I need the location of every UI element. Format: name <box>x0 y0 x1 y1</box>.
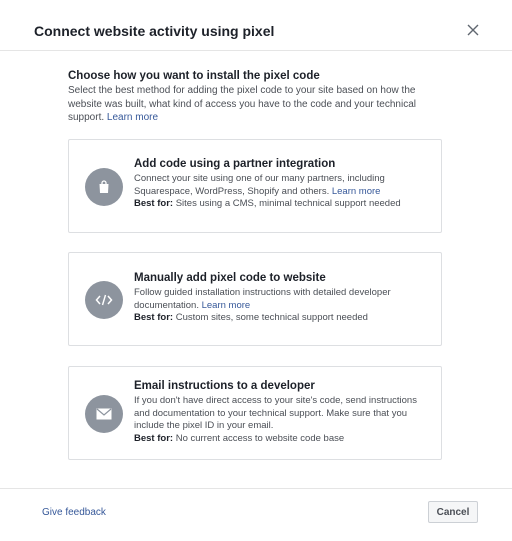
option-body: Manually add pixel code to website Follo… <box>134 272 431 325</box>
option-best-for: Best for: Sites using a CMS, minimal tec… <box>134 198 431 211</box>
best-for-text: Custom sites, some technical support nee… <box>175 312 368 323</box>
option-learn-more-link[interactable]: Learn more <box>202 300 251 311</box>
intro-learn-more-link[interactable]: Learn more <box>107 112 158 123</box>
envelope-icon <box>85 395 123 433</box>
intro-heading: Choose how you want to install the pixel… <box>68 70 320 82</box>
option-best-for: Best for: Custom sites, some technical s… <box>134 312 431 325</box>
best-for-text: Sites using a CMS, minimal technical sup… <box>175 198 401 209</box>
best-for-label: Best for: <box>134 432 174 444</box>
option-description: Follow guided installation instructions … <box>134 287 431 312</box>
intro-text: Select the best method for adding the pi… <box>68 84 446 125</box>
option-partner-integration[interactable]: Add code using a partner integration Con… <box>68 139 442 233</box>
code-icon <box>85 281 123 319</box>
option-body: Add code using a partner integration Con… <box>134 158 431 211</box>
option-title: Email instructions to a developer <box>134 380 315 392</box>
option-title: Manually add pixel code to website <box>134 272 326 284</box>
give-feedback-link[interactable]: Give feedback <box>42 507 106 518</box>
option-description: If you don't have direct access to your … <box>134 395 417 431</box>
option-description-text: Follow guided installation instructions … <box>134 287 391 311</box>
dialog-title: Connect website activity using pixel <box>34 23 275 39</box>
option-email-developer[interactable]: Email instructions to a developer If you… <box>68 366 442 460</box>
option-learn-more-link[interactable]: Learn more <box>332 186 381 197</box>
best-for-text: No current access to website code base <box>175 432 345 444</box>
cancel-button[interactable]: Cancel <box>428 501 478 523</box>
dialog-header: Connect website activity using pixel <box>0 0 512 51</box>
best-for-label: Best for: <box>134 198 174 209</box>
option-best-for: Best for: No current access to website c… <box>134 433 431 446</box>
close-icon[interactable] <box>466 23 482 39</box>
option-body: Email instructions to a developer If you… <box>134 380 431 445</box>
option-title: Add code using a partner integration <box>134 158 336 170</box>
intro-section: Choose how you want to install the pixel… <box>68 70 446 125</box>
pixel-install-dialog: Connect website activity using pixel Cho… <box>0 0 512 540</box>
dialog-footer: Give feedback Cancel <box>0 488 512 541</box>
best-for-label: Best for: <box>134 312 174 323</box>
option-manual-install[interactable]: Manually add pixel code to website Follo… <box>68 252 442 346</box>
shopping-bag-icon <box>85 168 123 206</box>
option-description: Connect your site using one of our many … <box>134 173 431 198</box>
